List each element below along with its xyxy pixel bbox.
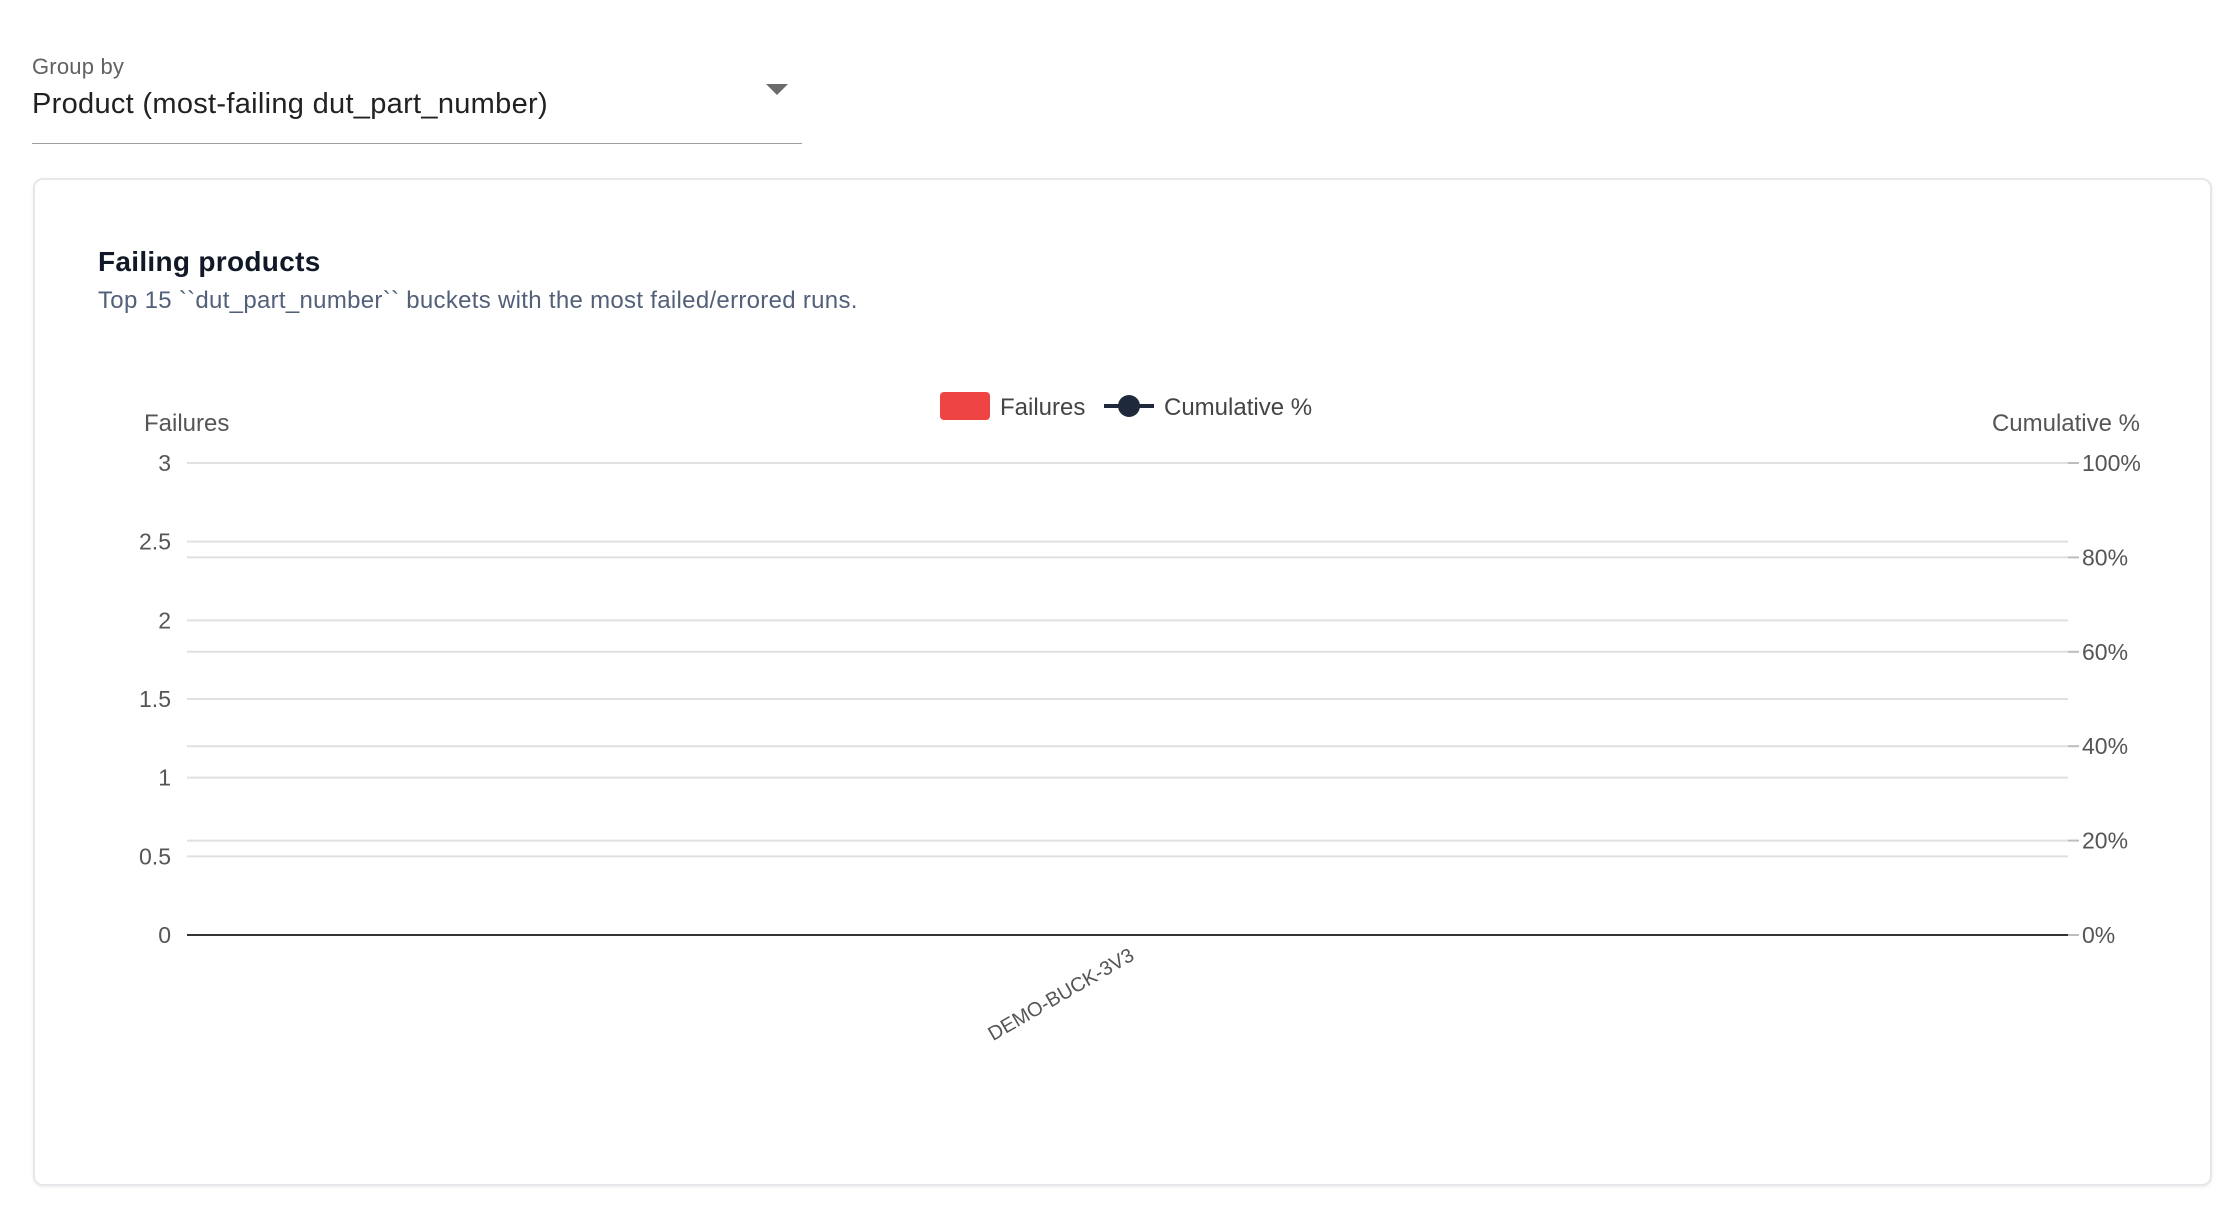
y-tick-label-left: 2 <box>158 607 171 633</box>
y-tick-label-right: 60% <box>2082 639 2128 665</box>
y-tick-label-left: 0 <box>158 922 171 948</box>
legend-label-failures: Failures <box>1000 394 1085 421</box>
y-axis-title-right: Cumulative % <box>1992 410 2140 437</box>
y-tick-label-right: 100% <box>2082 450 2141 476</box>
legend-item-cumulative[interactable]: Cumulative % <box>1104 394 1312 421</box>
y-tick-label-left: 1.5 <box>139 686 171 712</box>
grid-layer <box>187 462 2079 936</box>
axis-layer: 0 0.5 1 1.5 2 2.5 3 0% 20% 40% 60% 80% 100% DEMO-BUCK… <box>139 450 2141 1046</box>
legend-swatch-cumulative-marker <box>1118 395 1140 417</box>
y-tick-label-left: 0.5 <box>139 843 171 869</box>
y-axis-title-left: Failures <box>144 410 229 437</box>
y-tick-label-left: 3 <box>158 450 171 476</box>
page: Group by Product (most-failing dut_part_… <box>0 0 2240 1214</box>
y-tick-label-right: 40% <box>2082 733 2128 759</box>
legend[interactable]: Failures Cumulative % <box>940 392 1312 421</box>
legend-swatch-failures <box>940 392 990 420</box>
y-tick-label-left: 2.5 <box>139 529 171 555</box>
y-tick-label-right: 20% <box>2082 828 2128 854</box>
pareto-chart: 0 0.5 1 1.5 2 2.5 3 0% 20% 40% 60% 80% 100% DEMO-BUCK… <box>139 392 2141 1046</box>
legend-label-cumulative: Cumulative % <box>1164 394 1312 421</box>
x-tick-label: DEMO-BUCK-3V3 <box>985 944 1138 1045</box>
y-tick-label-right: 80% <box>2082 544 2128 570</box>
legend-item-failures[interactable]: Failures <box>940 392 1085 421</box>
y-tick-label-right: 0% <box>2082 922 2115 948</box>
y-tick-label-left: 1 <box>158 765 171 791</box>
